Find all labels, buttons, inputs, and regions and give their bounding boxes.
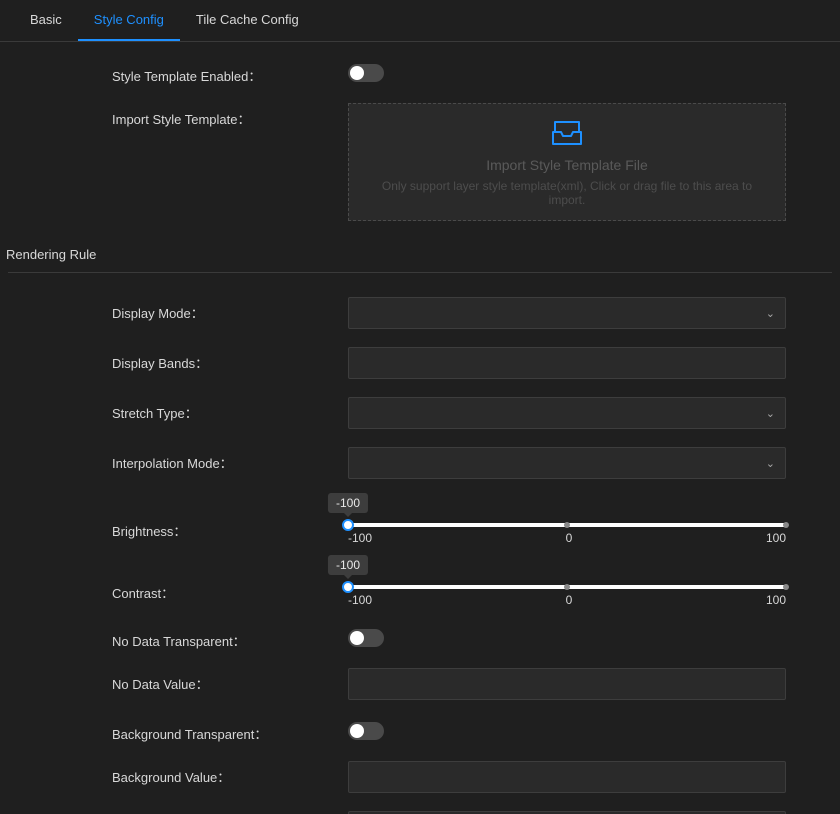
stretch-type-select[interactable]: ⌄ [348, 397, 786, 429]
nodata-transparent-toggle[interactable] [348, 629, 384, 647]
toggle-knob [350, 724, 364, 738]
slider-track [348, 523, 786, 527]
brightness-min: -100 [348, 531, 372, 545]
chevron-down-icon: ⌄ [766, 407, 775, 420]
background-value-input[interactable] [348, 761, 786, 793]
display-bands-input[interactable] [348, 347, 786, 379]
import-style-template-label: Import Style Template： [0, 103, 348, 128]
slider-track [348, 585, 786, 589]
style-template-enabled-toggle[interactable] [348, 64, 384, 82]
contrast-label: Contrast： [0, 559, 348, 602]
rendering-rule-section: Display Mode： ⌄ Display Bands： Stretch T… [0, 297, 840, 814]
nodata-value-label: No Data Value： [0, 668, 348, 693]
contrast-slider-handle[interactable] [342, 581, 354, 593]
toggle-knob [350, 631, 364, 645]
interpolation-mode-select[interactable]: ⌄ [348, 447, 786, 479]
background-transparent-label: Background Transparent： [0, 718, 348, 743]
slider-tick-mid [564, 522, 570, 528]
background-transparent-toggle[interactable] [348, 722, 384, 740]
rendering-rule-header: Rendering Rule [0, 239, 840, 272]
contrast-min: -100 [348, 593, 372, 607]
contrast-mid: 0 [566, 593, 573, 607]
brightness-mid: 0 [566, 531, 573, 545]
slider-tick-end [783, 522, 789, 528]
dropzone-title: Import Style Template File [486, 157, 648, 173]
chevron-down-icon: ⌄ [766, 307, 775, 320]
slider-scale: -100 0 100 [348, 531, 786, 545]
slider-tick-mid [564, 584, 570, 590]
brightness-max: 100 [766, 531, 786, 545]
chevron-down-icon: ⌄ [766, 457, 775, 470]
tab-tile-cache-config[interactable]: Tile Cache Config [180, 2, 315, 41]
contrast-tooltip: -100 [328, 555, 368, 575]
style-template-enabled-label: Style Template Enabled： [0, 60, 348, 85]
nodata-transparent-label: No Data Transparent： [0, 625, 348, 650]
brightness-tooltip: -100 [328, 493, 368, 513]
brightness-slider-handle[interactable] [342, 519, 354, 531]
toggle-knob [350, 66, 364, 80]
tabs-bar: Basic Style Config Tile Cache Config [0, 0, 840, 42]
tab-basic[interactable]: Basic [14, 2, 78, 41]
display-bands-label: Display Bands： [0, 347, 348, 372]
section-divider [8, 272, 832, 273]
import-style-template-dropzone[interactable]: Import Style Template File Only support … [348, 103, 786, 221]
nodata-value-input[interactable] [348, 668, 786, 700]
background-value-label: Background Value： [0, 761, 348, 786]
dropzone-subtitle: Only support layer style template(xml), … [369, 179, 765, 207]
inbox-icon [551, 118, 583, 149]
contrast-slider[interactable]: -100 -100 0 100 [348, 559, 786, 607]
stretch-type-label: Stretch Type： [0, 397, 348, 422]
interpolation-mode-label: Interpolation Mode： [0, 447, 348, 472]
contrast-max: 100 [766, 593, 786, 607]
slider-tick-end [783, 584, 789, 590]
brightness-slider[interactable]: -100 -100 0 100 [348, 497, 786, 545]
style-template-section: Style Template Enabled： Import Style Tem… [0, 42, 840, 221]
display-mode-label: Display Mode： [0, 297, 348, 322]
slider-scale: -100 0 100 [348, 593, 786, 607]
display-mode-select[interactable]: ⌄ [348, 297, 786, 329]
tab-style-config[interactable]: Style Config [78, 2, 180, 41]
brightness-label: Brightness： [0, 497, 348, 540]
